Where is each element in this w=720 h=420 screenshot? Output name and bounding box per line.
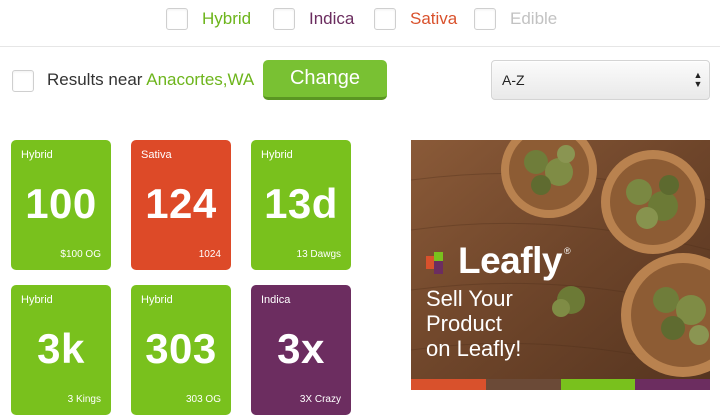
filter-edible-label: Edible <box>510 9 558 28</box>
strain-tile-303-og[interactable]: Hybrid 303 303 OG <box>131 285 231 415</box>
stripe-segment <box>411 379 486 390</box>
arrow-down-icon: ▼ <box>693 79 703 89</box>
filter-indica-label: Indica <box>309 9 355 28</box>
sativa-checkbox[interactable] <box>374 8 396 30</box>
strain-tile-13-dawgs[interactable]: Hybrid 13d 13 Dawgs <box>251 140 351 270</box>
strain-type-label: Hybrid <box>21 294 53 306</box>
filter-indica[interactable]: Indica <box>273 6 354 32</box>
strain-type-label: Sativa <box>141 149 172 161</box>
results-near-label: Results near <box>47 70 147 89</box>
leafly-ad-banner[interactable]: Leafly ® Sell Your Product on Leafly! <box>411 140 710 390</box>
strain-name: 3 Kings <box>67 394 101 405</box>
sort-select[interactable]: A-Z ▲ ▼ <box>491 60 710 100</box>
change-location-button[interactable]: Change <box>263 60 387 100</box>
filter-hybrid[interactable]: Hybrid <box>166 6 251 32</box>
filter-sativa[interactable]: Sativa <box>374 6 457 32</box>
results-near-text: Results near Anacortes,WA <box>47 70 254 90</box>
strain-tile-3x-crazy[interactable]: Indica 3x 3X Crazy <box>251 285 351 415</box>
strain-type-label: Hybrid <box>261 149 293 161</box>
filter-sativa-label: Sativa <box>410 9 458 28</box>
strain-code: 13d <box>264 180 338 227</box>
strain-code: 100 <box>25 180 97 227</box>
ad-tagline-line-1: Sell Your <box>426 286 513 311</box>
strain-code: 3x <box>277 325 325 372</box>
ad-tagline-line-3: on Leafly! <box>426 336 522 361</box>
strain-name: 303 OG <box>185 394 221 405</box>
select-arrows-icon: ▲ ▼ <box>693 69 703 91</box>
strain-type-label: Hybrid <box>21 149 53 161</box>
indica-checkbox[interactable] <box>273 8 295 30</box>
strain-name: 3X Crazy <box>299 394 341 405</box>
registered-mark: ® <box>563 246 571 256</box>
leafly-brand-name: Leafly <box>458 240 562 281</box>
strain-name: 1024 <box>198 249 221 260</box>
ad-tagline: Sell Your Product on Leafly! <box>426 286 521 361</box>
strain-name: 13 Dawgs <box>296 249 341 260</box>
filter-hybrid-label: Hybrid <box>202 9 252 28</box>
ad-color-stripe <box>411 379 710 390</box>
filter-divider <box>0 46 720 47</box>
strain-code: 124 <box>145 180 217 227</box>
filter-edible[interactable]: Edible <box>474 6 557 32</box>
strain-code: 303 <box>145 325 217 372</box>
stripe-segment <box>635 379 710 390</box>
leafly-logo: Leafly ® <box>426 240 571 282</box>
hybrid-checkbox[interactable] <box>166 8 188 30</box>
edible-checkbox[interactable] <box>474 8 496 30</box>
stripe-segment <box>560 379 636 390</box>
strain-tile-1024[interactable]: Sativa 124 1024 <box>131 140 231 270</box>
strain-tile-100-og[interactable]: Hybrid 100 $100 OG <box>11 140 111 270</box>
results-near-checkbox[interactable] <box>12 70 34 92</box>
sort-selected-value: A-Z <box>502 72 525 88</box>
strain-tile-3-kings[interactable]: Hybrid 3k 3 Kings <box>11 285 111 415</box>
stripe-segment <box>485 379 561 390</box>
strain-type-filter-bar: Hybrid Indica Sativa Edible <box>0 0 720 46</box>
strain-name: $100 OG <box>60 249 101 260</box>
leafly-logo-mark-icon <box>426 252 443 274</box>
strain-type-label: Indica <box>261 294 291 306</box>
location-city-link[interactable]: Anacortes,WA <box>146 70 254 89</box>
strain-code: 3k <box>37 325 85 372</box>
strain-type-label: Hybrid <box>141 294 173 306</box>
ad-tagline-line-2: Product <box>426 311 502 336</box>
